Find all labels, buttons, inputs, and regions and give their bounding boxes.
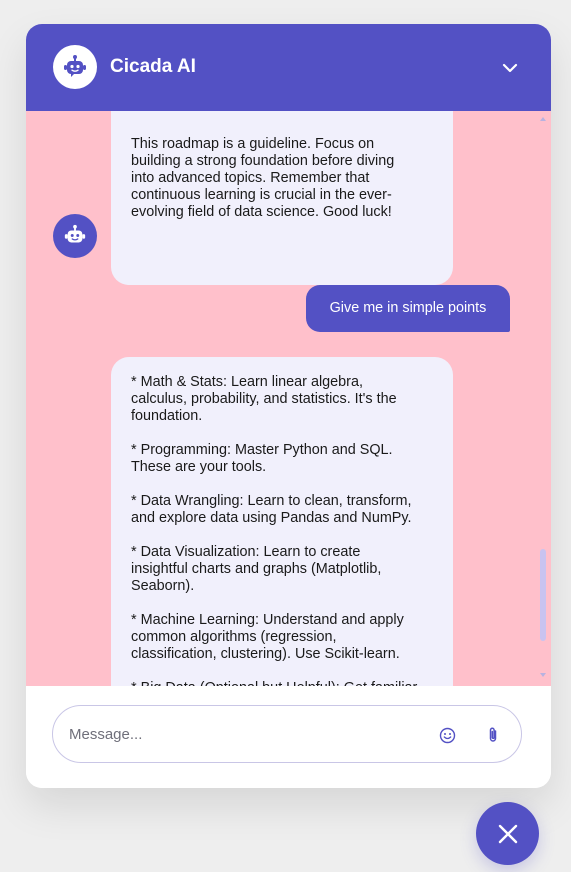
scroll-down-arrow-icon[interactable] [540, 673, 546, 677]
smiley-icon [439, 727, 455, 743]
close-icon [498, 824, 517, 843]
emoji-button[interactable] [437, 725, 457, 745]
scrollbar[interactable] [539, 117, 547, 677]
chat-widget: Cicada AI This roadmap is a guideline. F… [26, 24, 551, 788]
chat-header: Cicada AI [26, 24, 551, 111]
bot-avatar [53, 45, 97, 89]
robot-icon [64, 224, 86, 243]
user-message: Give me in simple points [306, 285, 510, 332]
bot-message-avatar [53, 214, 97, 258]
collapse-button[interactable] [498, 56, 522, 80]
bot-message: This roadmap is a guideline. Focus on bu… [111, 111, 453, 285]
close-chat-button[interactable] [476, 802, 539, 865]
message-input[interactable] [69, 706, 419, 762]
robot-icon [64, 55, 86, 77]
bot-message: * Math & Stats: Learn linear algebra, ca… [111, 357, 453, 686]
message-input-container [52, 705, 522, 763]
paperclip-icon [489, 727, 497, 742]
chat-title: Cicada AI [110, 56, 196, 77]
scroll-up-arrow-icon[interactable] [540, 117, 546, 121]
composer [26, 686, 551, 788]
attach-button[interactable] [483, 725, 503, 745]
message-list[interactable]: This roadmap is a guideline. Focus on bu… [26, 111, 551, 686]
chevron-down-icon [502, 63, 518, 73]
scrollbar-thumb[interactable] [540, 549, 546, 641]
